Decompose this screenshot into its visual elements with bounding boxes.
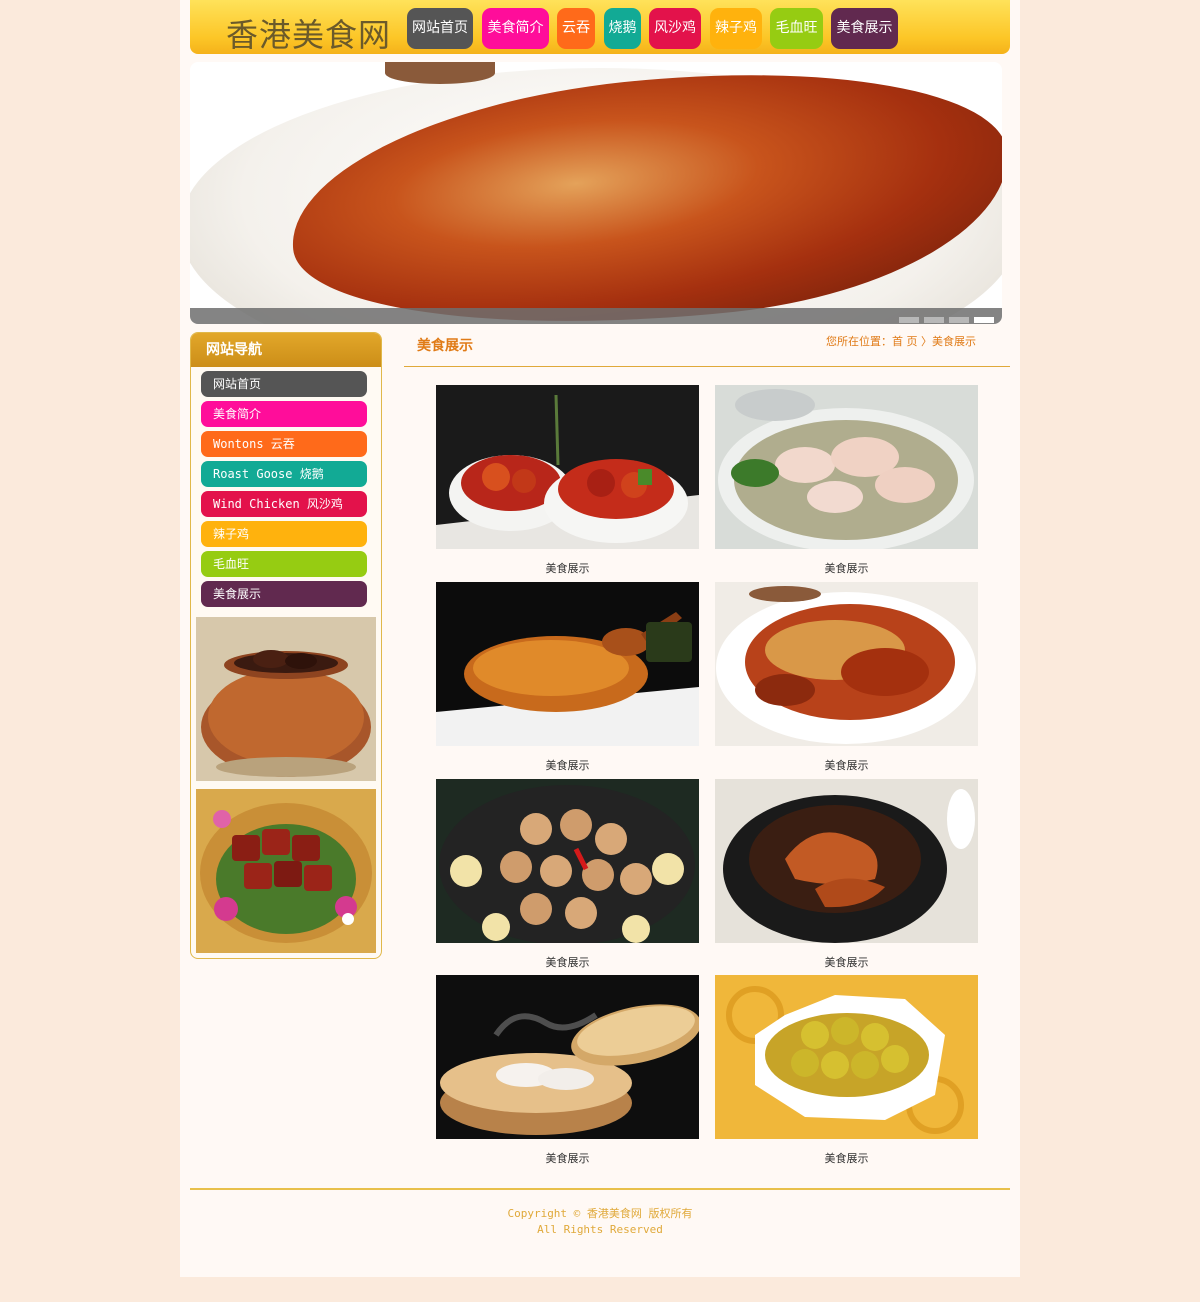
- sidebar-nav: 网站首页 美食简介 Wontons 云吞 Roast Goose 烧鹅 Wind…: [201, 371, 367, 611]
- footer-rights: All Rights Reserved: [537, 1223, 663, 1236]
- sidebar-title: 网站导航: [191, 333, 381, 367]
- nav-item-spicy-chicken[interactable]: 辣子鸡: [710, 8, 762, 49]
- banner-sauce-image: [385, 62, 495, 84]
- gallery-caption: 美食展示: [824, 759, 869, 772]
- sidebar-item-showcase[interactable]: 美食展示: [201, 581, 367, 607]
- sidebar-item-wind-chicken[interactable]: Wind Chicken 风沙鸡: [201, 491, 367, 517]
- sidebar-clay-pot-image: [196, 617, 376, 781]
- footer-divider: [190, 1188, 1010, 1190]
- sidebar-item-maoxuewang[interactable]: 毛血旺: [201, 551, 367, 577]
- nav-item-intro[interactable]: 美食简介: [482, 8, 549, 49]
- banner-slider[interactable]: [190, 62, 1002, 324]
- gallery-item-roast-goose-whole[interactable]: [436, 582, 699, 746]
- banner-dot-3[interactable]: [949, 317, 969, 323]
- sidebar-item-wonton[interactable]: Wontons 云吞: [201, 431, 367, 457]
- title-divider: [404, 366, 1010, 367]
- nav-item-showcase[interactable]: 美食展示: [831, 8, 898, 49]
- gallery-caption: 美食展示: [545, 562, 590, 575]
- sidebar-item-roast-goose[interactable]: Roast Goose 烧鹅: [201, 461, 367, 487]
- gallery-caption: 美食展示: [545, 1152, 590, 1165]
- gallery-item-fried-balls[interactable]: [436, 779, 699, 943]
- gallery-caption: 美食展示: [545, 956, 590, 969]
- header: 香港美食网 网站首页 美食简介 云吞 烧鹅 风沙鸡 辣子鸡 毛血旺 美食展示: [190, 0, 1010, 54]
- sidebar-item-spicy-chicken[interactable]: 辣子鸡: [201, 521, 367, 547]
- sidebar: 网站导航 网站首页 美食简介 Wontons 云吞 Roast Goose 烧鹅…: [190, 332, 382, 959]
- nav-item-wonton[interactable]: 云吞: [557, 8, 595, 49]
- gallery-item-fish-balls-curry[interactable]: [715, 975, 978, 1139]
- banner-dot-1[interactable]: [899, 317, 919, 323]
- nav-item-maoxuewang[interactable]: 毛血旺: [770, 8, 823, 49]
- gallery-item-steamed-dumplings[interactable]: [436, 975, 699, 1139]
- banner-dot-2[interactable]: [924, 317, 944, 323]
- banner-dot-4[interactable]: [974, 317, 994, 323]
- site-logo[interactable]: 香港美食网: [226, 10, 391, 56]
- banner-pagination: [894, 312, 994, 323]
- breadcrumb[interactable]: 您所在位置：首 页 〉美食展示: [826, 333, 976, 349]
- gallery-caption: 美食展示: [545, 759, 590, 772]
- sidebar-braised-pork-image: [196, 789, 376, 953]
- sidebar-item-intro[interactable]: 美食简介: [201, 401, 367, 427]
- sidebar-item-home[interactable]: 网站首页: [201, 371, 367, 397]
- gallery-item-wonton-soup[interactable]: [715, 385, 978, 549]
- nav-item-home[interactable]: 网站首页: [407, 8, 473, 49]
- page: 香港美食网 网站首页 美食简介 云吞 烧鹅 风沙鸡 辣子鸡 毛血旺 美食展示 网…: [180, 0, 1020, 1277]
- gallery-item-wind-chicken[interactable]: [715, 582, 978, 746]
- page-title: 美食展示: [417, 338, 473, 354]
- nav-item-roast-goose[interactable]: 烧鹅: [604, 8, 641, 49]
- footer-copyright: Copyright © 香港美食网 版权所有: [507, 1207, 693, 1220]
- gallery-caption: 美食展示: [824, 562, 869, 575]
- gallery-item-chicken-feet-pot[interactable]: [715, 779, 978, 943]
- gallery-item-sweet-sour-pork[interactable]: [436, 385, 699, 549]
- nav-item-wind-chicken[interactable]: 风沙鸡: [649, 8, 701, 49]
- gallery-caption: 美食展示: [824, 956, 869, 969]
- banner-control-bar: [190, 308, 1002, 324]
- gallery-caption: 美食展示: [824, 1152, 869, 1165]
